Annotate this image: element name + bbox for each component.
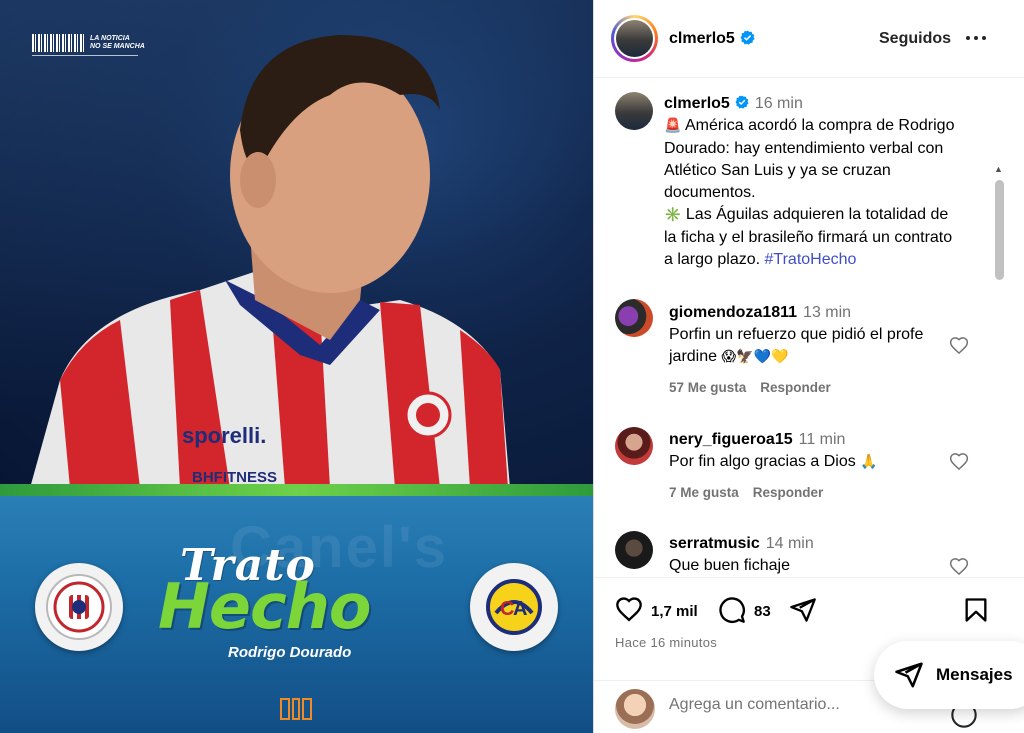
comment-text: Porfin un refuerzo que pidió el profe ja… xyxy=(669,326,924,365)
following-button[interactable]: Seguidos xyxy=(879,30,951,48)
player-name: Rodrigo Dourado xyxy=(228,644,352,661)
siren-emoji-icon: 🚨 xyxy=(664,118,682,135)
like-heart-icon[interactable] xyxy=(615,596,643,624)
trato-hecho-title: Trato Hecho xyxy=(158,540,438,650)
commenter-avatar[interactable] xyxy=(615,531,653,569)
save-bookmark-icon[interactable] xyxy=(962,596,990,624)
verified-badge-icon xyxy=(735,95,749,109)
sparkle-emoji-icon: ✳️ xyxy=(664,207,682,224)
author-username[interactable]: clmerlo5 xyxy=(669,30,735,47)
commenter-avatar[interactable] xyxy=(615,427,653,465)
caption-time: 16 min xyxy=(754,95,803,112)
post-caption: clmerlo5 16 min 🚨 América acordó la comp… xyxy=(664,93,964,271)
brand-logo: LA NOTICIA NO SE MANCHA xyxy=(32,34,145,52)
comments-area[interactable]: clmerlo5 16 min 🚨 América acordó la comp… xyxy=(594,78,1024,577)
comment-text: Por fin algo gracias a Dios xyxy=(669,453,856,470)
reply-button[interactable]: Responder xyxy=(760,380,831,395)
svg-text:A: A xyxy=(513,598,527,620)
player-photo: sporelli. BHFITNESS xyxy=(0,0,593,488)
green-band xyxy=(0,484,593,496)
caption-hashtag[interactable]: #TratoHecho xyxy=(765,251,857,268)
current-user-avatar xyxy=(615,689,655,729)
comment-username[interactable]: serratmusic xyxy=(669,535,760,552)
messages-button[interactable]: Mensajes xyxy=(874,641,1024,709)
more-options-icon[interactable] xyxy=(965,27,987,49)
caption-line1: América acordó la compra de Rodrigo Dour… xyxy=(664,117,955,202)
comment-time: 13 min xyxy=(803,304,852,321)
direct-message-icon xyxy=(895,662,923,688)
share-send-icon[interactable] xyxy=(789,596,817,624)
author-username-row[interactable]: clmerlo5 xyxy=(669,30,755,48)
comment-time: 11 min xyxy=(798,431,846,448)
author-avatar[interactable] xyxy=(611,15,658,62)
comment-text: Que buen fichaje xyxy=(669,557,790,574)
caption-author-avatar[interactable] xyxy=(615,92,653,130)
comment-bubble-icon[interactable] xyxy=(718,596,746,624)
scrollbar-thumb[interactable] xyxy=(995,180,1004,280)
like-comment-heart-icon[interactable] xyxy=(949,336,969,356)
comment-likes[interactable]: 7 Me gusta xyxy=(669,485,739,500)
comments-count[interactable]: 83 xyxy=(754,603,771,620)
scroll-up-arrow-icon[interactable]: ▲ xyxy=(994,164,1003,174)
jersey-sponsor: sporelli. xyxy=(182,423,266,448)
comment-likes[interactable]: 57 Me gusta xyxy=(669,380,746,395)
comment-emojis: 🙏 xyxy=(860,454,878,470)
like-comment-heart-icon[interactable] xyxy=(949,557,969,577)
comment-username[interactable]: giomendoza1811 xyxy=(669,304,797,321)
hecho-word: Hecho xyxy=(158,570,371,643)
comment-username[interactable]: nery_figueroa15 xyxy=(669,431,793,448)
caption-username[interactable]: clmerlo5 xyxy=(664,95,730,112)
commenter-avatar[interactable] xyxy=(615,299,653,337)
barcode-icon xyxy=(32,34,84,52)
atletico-san-luis-crest-icon xyxy=(35,563,123,651)
post-side-panel: clmerlo5 Seguidos clmerlo5 16 min 🚨 Amér… xyxy=(593,0,1024,733)
brand-divider xyxy=(32,55,138,56)
brand-top-text: LA NOTICIA xyxy=(90,35,130,42)
messages-label: Mensajes xyxy=(936,665,1013,684)
post-image[interactable]: sporelli. BHFITNESS LA NOTICIA NO SE MAN… xyxy=(0,0,593,733)
comment-time: 14 min xyxy=(765,535,814,552)
likes-count[interactable]: 1,7 mil xyxy=(651,603,698,620)
comment-emojis: 😱🦅💙💛 xyxy=(721,349,789,365)
reply-button[interactable]: Responder xyxy=(753,485,824,500)
post-timestamp[interactable]: Hace 16 minutos xyxy=(615,635,717,650)
brand-bottom-text: NO SE MANCHA xyxy=(90,43,145,50)
like-comment-heart-icon[interactable] xyxy=(949,452,969,472)
player-figure: sporelli. BHFITNESS xyxy=(30,35,510,488)
club-america-crest-icon: C A xyxy=(470,563,558,651)
post-header: clmerlo5 Seguidos xyxy=(594,0,1024,78)
verified-badge-icon xyxy=(740,30,755,45)
brand-monogram-icon xyxy=(280,698,312,720)
